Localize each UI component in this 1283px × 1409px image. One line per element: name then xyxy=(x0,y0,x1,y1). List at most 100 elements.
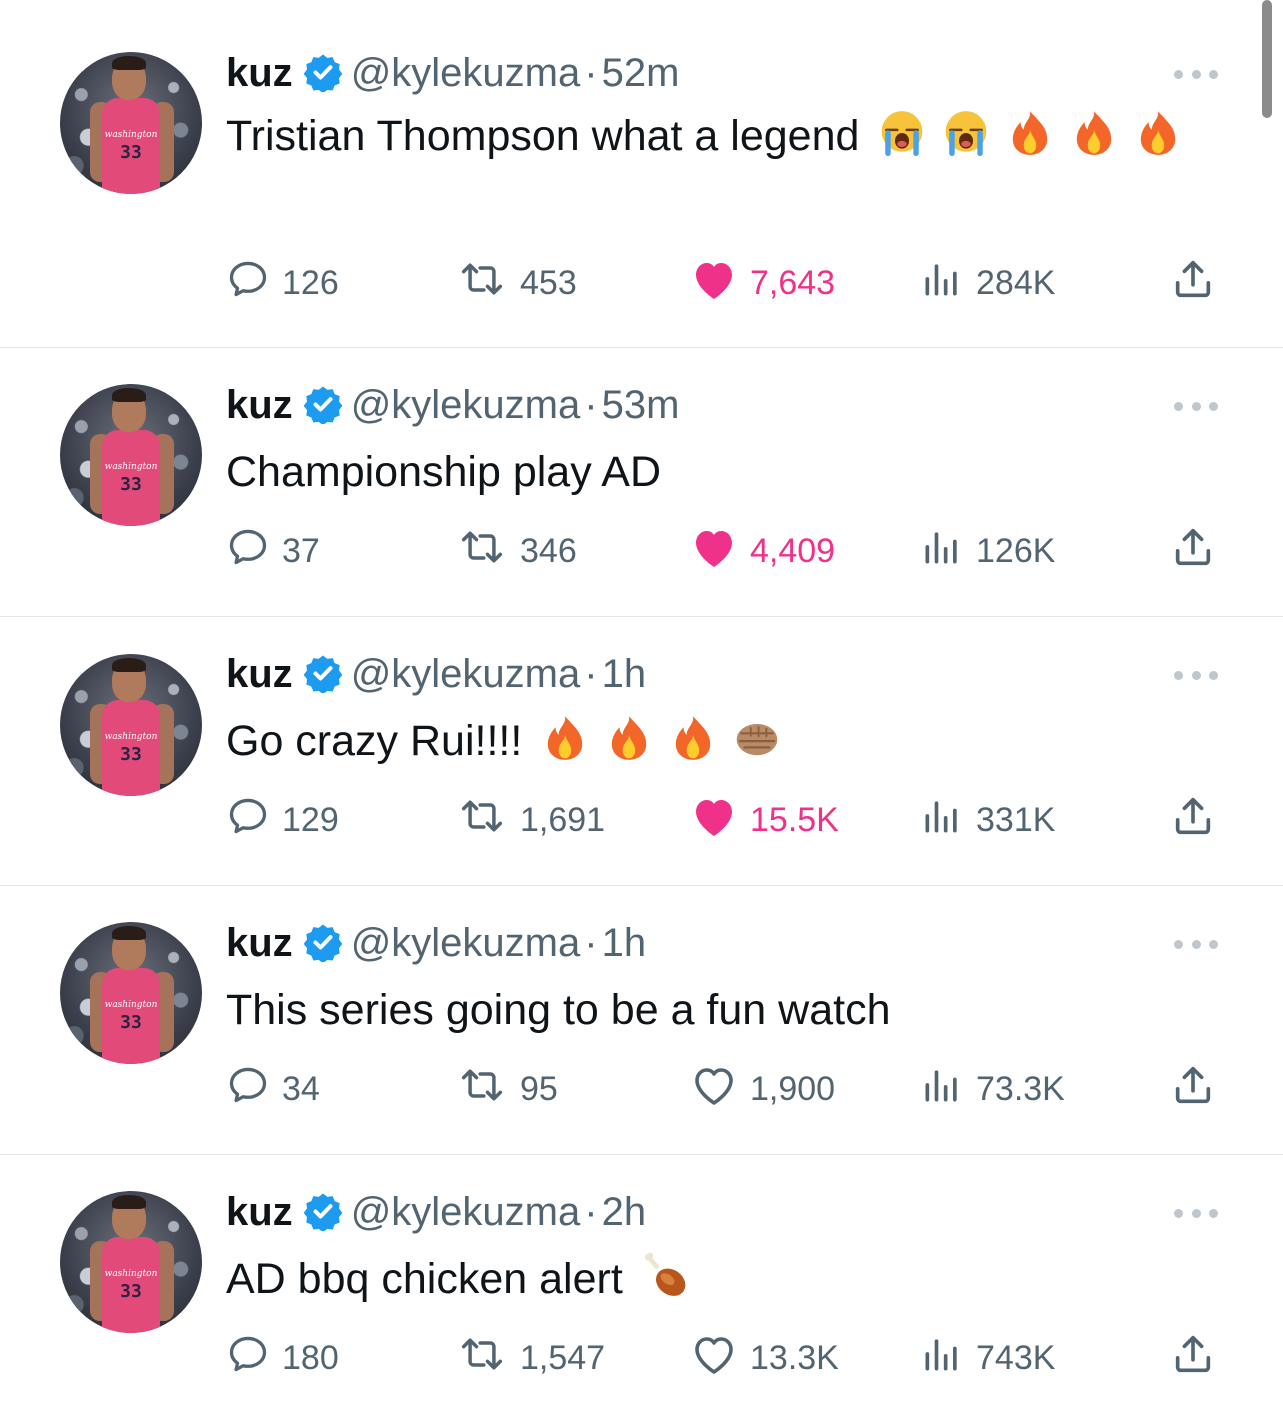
views-button[interactable]: 743K xyxy=(920,1333,1055,1383)
share-button[interactable] xyxy=(1170,795,1228,845)
tweet-actions: 126 453 7,643 284K xyxy=(0,258,1283,308)
repost-count: 95 xyxy=(520,1069,558,1108)
more-options-icon[interactable] xyxy=(1174,1207,1218,1219)
avatar[interactable]: washington 33 xyxy=(60,654,202,796)
separator-dot: · xyxy=(584,51,598,95)
tweet-time[interactable]: 53m xyxy=(602,383,680,427)
views-icon xyxy=(920,1063,976,1116)
tweet-text-block: Championship play AD xyxy=(226,442,1186,502)
views-icon xyxy=(920,1332,976,1385)
jersey-text: washington xyxy=(104,732,158,742)
like-button[interactable]: 1,900 xyxy=(690,1064,835,1114)
repost-button[interactable]: 95 xyxy=(456,1064,558,1114)
views-icon xyxy=(920,525,976,578)
views-button[interactable]: 284K xyxy=(920,258,1055,308)
tweet-actions: 34 95 1,900 73.3K xyxy=(0,1064,1283,1114)
avatar[interactable]: washington 33 xyxy=(60,384,202,526)
share-button[interactable] xyxy=(1170,1064,1228,1114)
tweet-header: kuz @kylekuzma · 2h xyxy=(226,1189,646,1235)
author-handle[interactable]: @kylekuzma xyxy=(351,652,581,696)
view-count: 284K xyxy=(976,263,1056,302)
reply-button[interactable]: 34 xyxy=(226,1064,320,1114)
more-options-icon[interactable] xyxy=(1174,938,1218,950)
tweet-text: Tristian Thompson what a legend xyxy=(226,112,860,160)
reply-count: 126 xyxy=(282,263,339,302)
reply-button[interactable]: 129 xyxy=(226,795,339,845)
tweet-time[interactable]: 2h xyxy=(602,1190,647,1234)
author-name[interactable]: kuz xyxy=(226,383,293,427)
author-name[interactable]: kuz xyxy=(226,1190,293,1234)
like-button[interactable]: 4,409 xyxy=(690,526,835,576)
like-button[interactable]: 7,643 xyxy=(690,258,835,308)
verified-badge-icon[interactable] xyxy=(303,52,343,92)
views-button[interactable]: 331K xyxy=(920,795,1055,845)
verified-badge-icon[interactable] xyxy=(303,653,343,693)
author-handle[interactable]: @kylekuzma xyxy=(351,921,581,965)
view-count: 743K xyxy=(976,1338,1056,1377)
share-button[interactable] xyxy=(1170,1333,1228,1383)
tweet-header: kuz @kylekuzma · 1h xyxy=(226,651,646,697)
author-handle[interactable]: @kylekuzma xyxy=(351,1190,581,1234)
tweet-actions: 180 1,547 13.3K 743K xyxy=(0,1333,1283,1383)
tweet-text-block: AD bbq chicken alert xyxy=(226,1249,1186,1309)
view-count: 73.3K xyxy=(976,1069,1065,1108)
heart-filled-icon xyxy=(690,257,750,310)
verified-badge-icon[interactable] xyxy=(303,1191,343,1231)
reply-button[interactable]: 37 xyxy=(226,526,320,576)
author-handle[interactable]: @kylekuzma xyxy=(351,51,581,95)
verified-badge-icon[interactable] xyxy=(303,384,343,424)
fire-emoji xyxy=(676,716,711,760)
verified-badge-icon[interactable] xyxy=(303,922,343,962)
like-count: 4,409 xyxy=(750,531,836,570)
avatar[interactable]: washington 33 xyxy=(60,1191,202,1333)
tweet-emojis xyxy=(522,716,782,766)
share-icon xyxy=(1170,524,1228,579)
share-icon xyxy=(1170,1062,1228,1117)
reply-count: 129 xyxy=(282,800,339,839)
tweet-text: Go crazy Rui!!!! xyxy=(226,717,523,765)
more-options-icon[interactable] xyxy=(1174,400,1218,412)
like-button[interactable]: 15.5K xyxy=(690,795,839,845)
heart-filled-icon xyxy=(690,794,750,847)
like-button[interactable]: 13.3K xyxy=(690,1333,839,1383)
avatar-hair xyxy=(112,388,146,402)
repost-button[interactable]: 346 xyxy=(456,526,577,576)
like-count: 7,643 xyxy=(750,263,836,302)
author-name[interactable]: kuz xyxy=(226,652,293,696)
like-count: 13.3K xyxy=(750,1338,839,1377)
tweet-time[interactable]: 1h xyxy=(602,921,647,965)
views-button[interactable]: 73.3K xyxy=(920,1064,1065,1114)
author-name[interactable]: kuz xyxy=(226,51,293,95)
avatar[interactable]: washington 33 xyxy=(60,922,202,1064)
reply-button[interactable]: 180 xyxy=(226,1333,339,1383)
tweet-emojis xyxy=(859,111,1183,161)
jersey-number: 33 xyxy=(120,744,142,765)
scrollbar[interactable] xyxy=(1262,0,1272,118)
more-options-icon[interactable] xyxy=(1174,669,1218,681)
fire-emoji xyxy=(1141,111,1176,155)
tweet-divider xyxy=(0,885,1283,886)
views-button[interactable]: 126K xyxy=(920,526,1055,576)
reply-count: 180 xyxy=(282,1338,339,1377)
tweet-time[interactable]: 1h xyxy=(602,652,647,696)
views-icon xyxy=(920,257,976,310)
jersey-number: 33 xyxy=(120,1281,142,1302)
tweet-divider xyxy=(0,616,1283,617)
author-handle[interactable]: @kylekuzma xyxy=(351,383,581,427)
share-button[interactable] xyxy=(1170,258,1228,308)
reply-icon xyxy=(226,257,282,310)
repost-button[interactable]: 453 xyxy=(456,258,577,308)
author-name[interactable]: kuz xyxy=(226,921,293,965)
repost-count: 1,547 xyxy=(520,1338,606,1377)
tweet-text: This series going to be a fun watch xyxy=(226,986,891,1034)
repost-button[interactable]: 1,547 xyxy=(456,1333,605,1383)
tweet-time[interactable]: 52m xyxy=(602,51,680,95)
tweet-actions: 129 1,691 15.5K 331K xyxy=(0,795,1283,845)
more-options-icon[interactable] xyxy=(1174,68,1218,80)
avatar[interactable]: washington 33 xyxy=(60,52,202,194)
jersey-number: 33 xyxy=(120,1012,142,1033)
share-button[interactable] xyxy=(1170,526,1228,576)
repost-button[interactable]: 1,691 xyxy=(456,795,605,845)
like-count: 15.5K xyxy=(750,800,839,839)
reply-button[interactable]: 126 xyxy=(226,258,339,308)
